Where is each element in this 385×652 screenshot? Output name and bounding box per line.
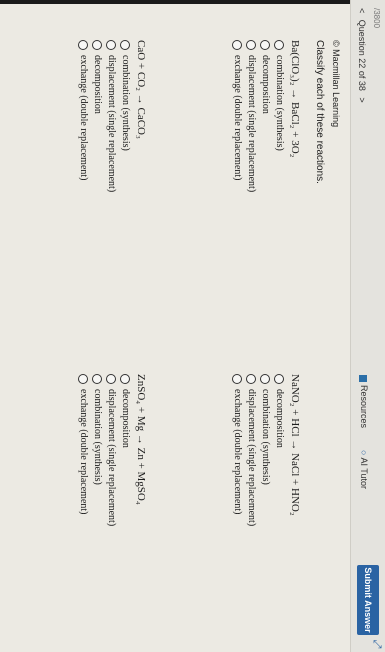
- radio-option[interactable]: exchange (double replacement): [230, 374, 244, 526]
- previous-question-button[interactable]: <: [357, 8, 367, 13]
- radio-button[interactable]: [260, 374, 270, 384]
- radio-button[interactable]: [92, 40, 102, 50]
- radio-button[interactable]: [106, 374, 116, 384]
- reaction-block: ZnSO₄ + Mg → Zn + MgSO₄ decomposition di…: [76, 374, 147, 526]
- question-prompt: Classify each of these reactions.: [314, 40, 325, 184]
- radio-option[interactable]: combination (synthesis): [258, 374, 272, 526]
- radio-button[interactable]: [92, 374, 102, 384]
- reaction-block: CaO + CO₂ → CaCO₃ combination (synthesis…: [76, 40, 147, 192]
- option-label: decomposition: [274, 389, 285, 448]
- radio-button[interactable]: [106, 40, 116, 50]
- reaction-block: Ba(ClO₃)₂ → BaCl₂ + 3O₂ combination (syn…: [230, 40, 301, 192]
- screen-bezel: [0, 0, 385, 4]
- option-label: decomposition: [120, 389, 131, 448]
- radio-button[interactable]: [78, 374, 88, 384]
- radio-option[interactable]: displacement (single replacement): [244, 40, 258, 192]
- option-label: exchange (double replacement): [78, 55, 89, 181]
- reaction-equation: CaO + CO₂ → CaCO₃: [135, 40, 147, 139]
- radio-option[interactable]: combination (synthesis): [90, 374, 104, 526]
- resources-button[interactable]: Resources: [359, 375, 369, 428]
- option-label: combination (synthesis): [120, 55, 131, 151]
- option-label: combination (synthesis): [260, 389, 271, 485]
- radio-option[interactable]: decomposition: [258, 40, 272, 192]
- radio-option[interactable]: combination (synthesis): [272, 40, 286, 192]
- reaction-block: NaNO₂ + HCl → NaCl + HNO₂ decomposition …: [230, 374, 301, 526]
- radio-button[interactable]: [232, 374, 242, 384]
- reaction-equation: Ba(ClO₃)₂ → BaCl₂ + 3O₂: [289, 40, 301, 158]
- option-label: combination (synthesis): [92, 389, 103, 485]
- option-label: displacement (single replacement): [246, 389, 257, 527]
- radio-option[interactable]: decomposition: [272, 374, 286, 526]
- next-question-button[interactable]: >: [357, 97, 367, 102]
- radio-option[interactable]: decomposition: [118, 374, 132, 526]
- radio-option[interactable]: displacement (single replacement): [104, 374, 118, 526]
- radio-button[interactable]: [260, 40, 270, 50]
- radio-option[interactable]: exchange (double replacement): [76, 40, 90, 192]
- option-label: exchange (double replacement): [78, 389, 89, 515]
- radio-option[interactable]: exchange (double replacement): [230, 40, 244, 192]
- option-label: displacement (single replacement): [106, 389, 117, 527]
- option-label: exchange (double replacement): [232, 389, 243, 515]
- resources-icon: [359, 375, 368, 382]
- radio-option[interactable]: combination (synthesis): [118, 40, 132, 192]
- reaction-equation: ZnSO₄ + Mg → Zn + MgSO₄: [135, 374, 147, 505]
- resources-label: Resources: [359, 385, 369, 429]
- radio-button[interactable]: [246, 374, 256, 384]
- fullscreen-icon[interactable]: ⤢: [371, 638, 383, 650]
- option-label: exchange (double replacement): [232, 55, 243, 181]
- radio-button[interactable]: [232, 40, 242, 50]
- ai-tutor-label: AI Tutor: [359, 457, 369, 489]
- radio-option[interactable]: decomposition: [90, 40, 104, 192]
- page-canvas: /3800 < Question 22 of 38 > Resources ○ …: [0, 0, 385, 652]
- submit-answer-button[interactable]: Submit Answer: [357, 565, 379, 635]
- option-label: displacement (single replacement): [246, 55, 257, 193]
- radio-option[interactable]: displacement (single replacement): [104, 40, 118, 192]
- radio-button[interactable]: [274, 374, 284, 384]
- question-indicator[interactable]: Question 22 of 38: [357, 20, 367, 91]
- score-label: /3800: [372, 8, 381, 29]
- ai-tutor-button[interactable]: ○ AI Tutor: [359, 450, 369, 489]
- radio-button[interactable]: [274, 40, 284, 50]
- radio-button[interactable]: [120, 40, 130, 50]
- copyright-label: © Macmillan Learning: [331, 40, 341, 128]
- option-label: displacement (single replacement): [106, 55, 117, 193]
- radio-button[interactable]: [246, 40, 256, 50]
- option-label: decomposition: [92, 55, 103, 114]
- radio-option[interactable]: displacement (single replacement): [244, 374, 258, 526]
- radio-button[interactable]: [120, 374, 130, 384]
- option-label: decomposition: [260, 55, 271, 114]
- ai-tutor-icon: ○: [359, 450, 369, 456]
- question-nav: < Question 22 of 38 >: [357, 8, 367, 107]
- radio-option[interactable]: exchange (double replacement): [76, 374, 90, 526]
- radio-button[interactable]: [78, 40, 88, 50]
- top-bar: /3800 < Question 22 of 38 > Resources ○ …: [350, 0, 385, 652]
- option-label: combination (synthesis): [274, 55, 285, 151]
- reaction-equation: NaNO₂ + HCl → NaCl + HNO₂: [289, 374, 301, 516]
